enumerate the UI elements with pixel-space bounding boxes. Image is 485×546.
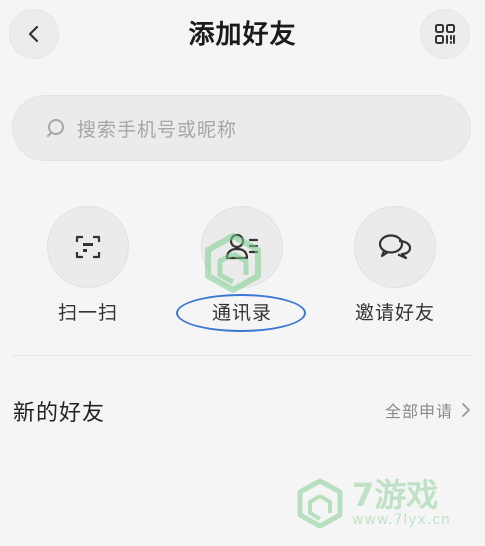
invite-friends-action[interactable]: 邀请好友 bbox=[340, 206, 450, 325]
new-friends-title: 新的好友 bbox=[13, 401, 106, 426]
search-icon bbox=[47, 119, 64, 137]
top-bar: 添加好友 bbox=[0, 0, 485, 72]
watermark: 7游戏 www.7lyx.cn bbox=[296, 478, 451, 530]
watermark-logo-icon bbox=[202, 232, 264, 298]
qr-code-button[interactable] bbox=[420, 9, 470, 59]
annotation-ellipse bbox=[176, 294, 306, 332]
scan-button[interactable] bbox=[47, 206, 129, 288]
scan-label: 扫一扫 bbox=[57, 302, 118, 324]
qr-code-icon bbox=[435, 24, 455, 44]
scan-action[interactable]: 扫一扫 bbox=[33, 206, 143, 325]
invite-friends-button[interactable] bbox=[354, 206, 436, 288]
all-requests-label: 全部申请 bbox=[384, 402, 453, 421]
page-title: 添加好友 bbox=[188, 20, 297, 50]
chat-bubbles-icon bbox=[378, 234, 412, 260]
all-requests-link[interactable]: 全部申请 bbox=[385, 398, 471, 422]
divider bbox=[12, 355, 473, 356]
chevron-right-icon bbox=[462, 403, 470, 417]
watermark-url: www.7lyx.cn bbox=[352, 512, 451, 528]
scan-icon bbox=[75, 235, 101, 259]
invite-friends-label: 邀请好友 bbox=[354, 302, 435, 324]
watermark-logo-small-icon bbox=[297, 478, 343, 529]
search-placeholder: 搜索手机号或昵称 bbox=[77, 118, 238, 141]
watermark-brand: 7游戏 bbox=[352, 476, 439, 514]
search-input[interactable]: 搜索手机号或昵称 bbox=[12, 95, 471, 161]
